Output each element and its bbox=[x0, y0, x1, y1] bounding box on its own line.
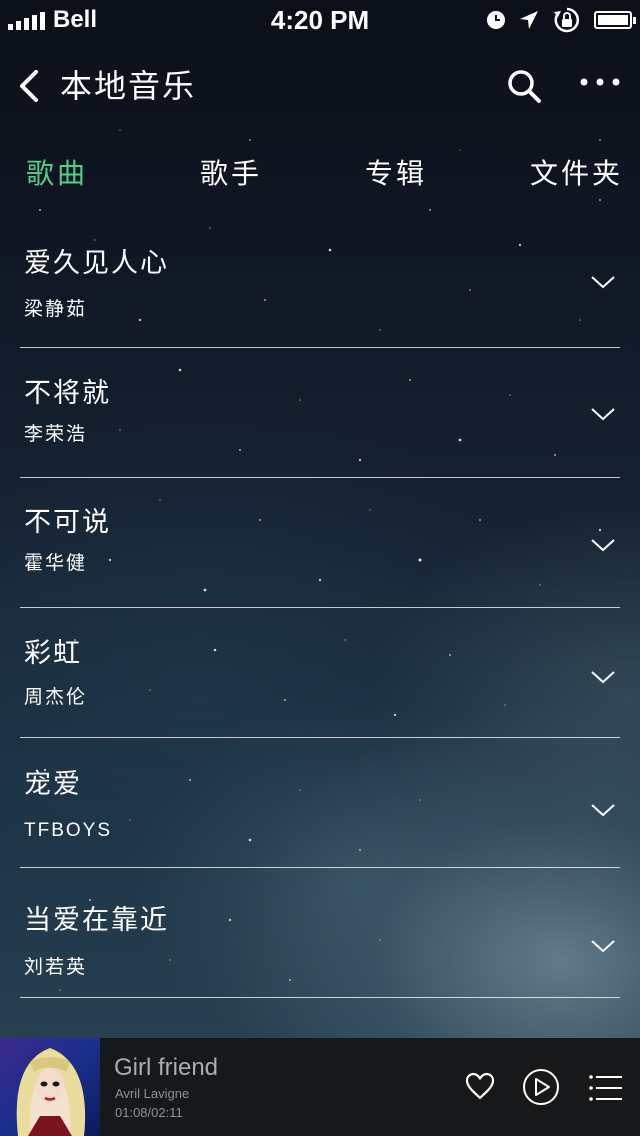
song-title: 当爱在靠近 bbox=[24, 905, 169, 936]
now-playing-title: Girl friend bbox=[114, 1054, 219, 1081]
song-row[interactable]: 不将就 李荣浩 bbox=[20, 348, 620, 478]
song-title: 爱久见人心 bbox=[24, 248, 169, 279]
mini-player[interactable]: Girl friend Avril Lavigne 01:08/02:11 bbox=[0, 1038, 640, 1136]
tab-artists[interactable]: 歌手 bbox=[200, 150, 262, 198]
tab-songs[interactable]: 歌曲 bbox=[26, 150, 88, 198]
tab-folders[interactable]: 文件夹 bbox=[530, 150, 623, 198]
play-icon[interactable] bbox=[522, 1068, 560, 1106]
page-title: 本地音乐 bbox=[60, 67, 197, 105]
song-title: 彩虹 bbox=[24, 638, 82, 669]
playback-time: 01:08/02:11 bbox=[115, 1105, 183, 1120]
screen: Bell 4:20 PM 本地音乐 歌曲 歌手 专辑 文件夹 爱久见人心 梁静茹… bbox=[0, 0, 640, 1136]
chevron-down-icon[interactable] bbox=[590, 274, 616, 290]
back-button[interactable] bbox=[14, 64, 48, 108]
song-row[interactable]: 宠爱 TFBOYS bbox=[20, 738, 620, 868]
song-title: 不将就 bbox=[24, 378, 111, 409]
battery-icon bbox=[594, 11, 636, 29]
now-playing-artist: Avril Lavigne bbox=[115, 1086, 190, 1101]
song-artist: 刘若英 bbox=[24, 956, 88, 978]
chevron-down-icon[interactable] bbox=[590, 802, 616, 818]
more-options-icon[interactable] bbox=[576, 64, 624, 108]
song-title: 不可说 bbox=[24, 507, 111, 538]
tab-albums[interactable]: 专辑 bbox=[365, 150, 427, 198]
song-row[interactable]: 当爱在靠近 刘若英 bbox=[20, 868, 620, 998]
heart-icon[interactable] bbox=[464, 1070, 496, 1102]
song-artist: 周杰伦 bbox=[24, 686, 88, 708]
chevron-down-icon[interactable] bbox=[590, 537, 616, 553]
chevron-down-icon[interactable] bbox=[590, 669, 616, 685]
song-row[interactable]: 爱久见人心 梁静茹 bbox=[20, 218, 620, 348]
status-bar: Bell 4:20 PM bbox=[0, 0, 640, 40]
chevron-down-icon[interactable] bbox=[590, 406, 616, 422]
playlist-queue-icon[interactable] bbox=[588, 1073, 622, 1103]
song-artist: 李荣浩 bbox=[24, 423, 88, 445]
song-artist: TFBOYS bbox=[24, 820, 113, 841]
search-icon[interactable] bbox=[504, 64, 544, 108]
album-cover-image[interactable] bbox=[0, 1038, 100, 1136]
song-artist: 霍华健 bbox=[24, 552, 88, 574]
song-row[interactable]: 不可说 霍华健 bbox=[20, 478, 620, 608]
song-row[interactable]: 彩虹 周杰伦 bbox=[20, 608, 620, 738]
status-time: 4:20 PM bbox=[270, 4, 370, 35]
song-artist: 梁静茹 bbox=[24, 298, 88, 320]
chevron-down-icon[interactable] bbox=[590, 938, 616, 954]
category-tabs: 歌曲 歌手 专辑 文件夹 bbox=[0, 150, 640, 198]
navigation-bar: 本地音乐 bbox=[0, 50, 640, 122]
song-title: 宠爱 bbox=[24, 769, 82, 800]
